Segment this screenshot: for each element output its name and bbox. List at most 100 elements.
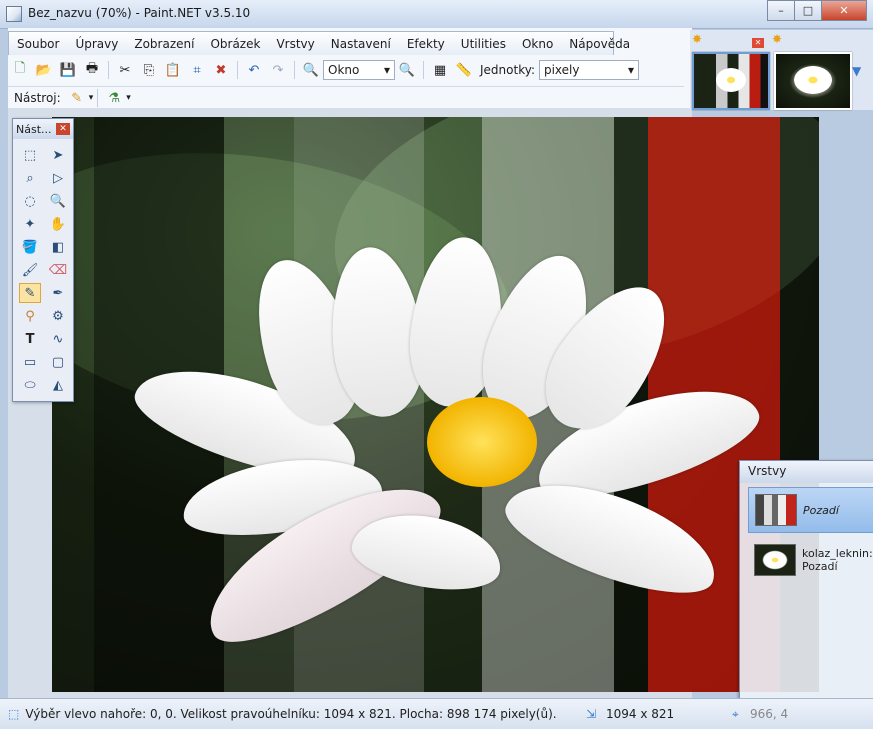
eraser-icon[interactable]: ⌫ xyxy=(47,260,69,280)
units-label: Jednotky: xyxy=(480,63,535,77)
chevron-down-icon: ▾ xyxy=(383,63,390,77)
move-selection-icon[interactable]: ▷ xyxy=(47,168,69,188)
layers-window: Vrstvy Pozadí kolaz_leknin: Pozadí ▭ ✖ ▢… xyxy=(739,460,873,727)
move-selected-icon[interactable]: ➤ xyxy=(47,145,69,165)
cursor-coords: 966, 4 xyxy=(750,707,789,721)
minimize-button[interactable]: – xyxy=(767,0,795,21)
separator xyxy=(294,61,295,79)
units-combo[interactable]: pixely ▾ xyxy=(538,60,639,80)
tools-window-titlebar[interactable]: Nást... ✕ xyxy=(13,119,73,139)
tools-grid: ⬚ ➤ ⌕ ▷ ◌ 🔍 ✦ ✋ 🪣 ◧ 🖌 ⌫ ✎ ✒ ⚲ ⚙ T ∿ ▭ ▢ … xyxy=(13,139,73,401)
ruler-icon[interactable]: 📏 xyxy=(454,60,474,80)
star-icon: ✸ xyxy=(772,32,783,46)
clone-stamp-icon[interactable]: ⚲ xyxy=(19,306,41,326)
close-icon[interactable]: ✕ xyxy=(752,38,764,48)
deselect-icon[interactable]: ✖ xyxy=(211,60,231,80)
gradient-icon[interactable]: ◧ xyxy=(47,237,69,257)
tools-window-title: Nást... xyxy=(16,122,52,136)
maximize-button[interactable]: □ xyxy=(794,0,822,21)
rounded-rectangle-icon[interactable]: ▢ xyxy=(47,352,69,372)
pan-icon[interactable]: ✋ xyxy=(47,214,69,234)
cut-icon[interactable]: ✂ xyxy=(115,60,135,80)
star-icon: ✸ xyxy=(692,32,703,46)
image-thumbnails: ✸ ✕ ✸ ▼ xyxy=(690,30,873,110)
menu-soubor[interactable]: Soubor xyxy=(9,37,67,51)
image-thumbnail[interactable] xyxy=(774,52,852,110)
rectangle-icon[interactable]: ▭ xyxy=(19,352,41,372)
redo-icon[interactable]: ↷ xyxy=(268,60,288,80)
rectangle-select-icon[interactable]: ⬚ xyxy=(19,145,41,165)
zoom-out-icon[interactable]: 🔍 xyxy=(301,60,321,80)
line-curve-icon[interactable]: ∿ xyxy=(47,329,69,349)
tool-label: Nástroj: xyxy=(14,91,61,105)
tool-toolbar: Nástroj: ✎ ▾ ⚗ ▾ xyxy=(8,86,684,109)
selection-size: 1094 x 821 xyxy=(606,707,675,721)
color-picker-icon[interactable]: ✒ xyxy=(47,283,69,303)
paste-icon[interactable]: 📋 xyxy=(163,60,183,80)
scroll-down-icon[interactable]: ▼ xyxy=(852,64,861,78)
window-controls: – □ ✕ xyxy=(767,0,867,21)
flower-center xyxy=(427,397,537,487)
zoom-value: Okno xyxy=(328,63,360,77)
freeform-shape-icon[interactable]: ◭ xyxy=(47,375,69,395)
undo-icon[interactable]: ↶ xyxy=(244,60,264,80)
zoom-icon[interactable]: 🔍 xyxy=(47,191,69,211)
new-file-icon[interactable]: 🗋 xyxy=(10,60,30,80)
menu-napoveda[interactable]: Nápověda xyxy=(561,37,638,51)
close-button[interactable]: ✕ xyxy=(821,0,867,21)
separator xyxy=(423,61,424,79)
chevron-down-icon[interactable]: ▾ xyxy=(89,93,94,103)
layer-name: kolaz_leknin: Pozadí xyxy=(802,547,873,573)
layers-window-title[interactable]: Vrstvy xyxy=(740,461,873,483)
status-bar: ⬚ Výběr vlevo nahoře: 0, 0. Velikost pra… xyxy=(0,698,873,729)
menu-nastaveni[interactable]: Nastavení xyxy=(323,37,399,51)
recolor-icon[interactable]: ⚙ xyxy=(47,306,69,326)
ellipse-select-icon[interactable]: ◌ xyxy=(19,191,41,211)
layer-item-kolaz-leknin[interactable]: kolaz_leknin: Pozadí xyxy=(748,537,873,583)
selection-icon: ⬚ xyxy=(8,707,20,721)
separator xyxy=(108,61,109,79)
zoom-in-icon[interactable]: 🔍 xyxy=(397,60,417,80)
thumbnail-flower xyxy=(794,66,832,94)
magic-wand-icon[interactable]: ✦ xyxy=(19,214,41,234)
lasso-select-icon[interactable]: ⌕ xyxy=(19,168,41,188)
menu-obrazek[interactable]: Obrázek xyxy=(202,37,268,51)
save-icon[interactable]: 💾 xyxy=(58,60,78,80)
menu-upravy[interactable]: Úpravy xyxy=(67,37,126,51)
layer-item-pozadi[interactable]: Pozadí xyxy=(748,487,873,533)
units-value: pixely xyxy=(543,63,580,77)
layer-thumbnail xyxy=(755,494,797,526)
print-icon[interactable]: 🖶 xyxy=(82,60,102,80)
water-lily xyxy=(125,232,769,666)
pencil-icon[interactable]: ✎ xyxy=(67,88,87,108)
menu-vrstvy[interactable]: Vrstvy xyxy=(268,37,322,51)
blend-mode-icon[interactable]: ⚗ xyxy=(104,88,124,108)
canvas-image[interactable] xyxy=(52,117,819,692)
thumbnail-flower xyxy=(716,68,746,92)
zoom-combo[interactable]: Okno ▾ xyxy=(323,60,395,80)
layer-name: Pozadí xyxy=(803,503,839,517)
chevron-down-icon[interactable]: ▾ xyxy=(126,93,131,103)
separator xyxy=(97,89,99,107)
menu-bar: Soubor Úpravy Zobrazení Obrázek Vrstvy N… xyxy=(8,31,630,55)
paint-bucket-icon[interactable]: 🪣 xyxy=(19,237,41,257)
copy-icon[interactable]: ⎘ xyxy=(139,60,159,80)
ellipse-icon[interactable]: ⬭ xyxy=(19,375,41,395)
image-thumbnail[interactable] xyxy=(692,52,770,110)
crop-icon[interactable]: ⌗ xyxy=(187,60,207,80)
open-file-icon[interactable]: 📂 xyxy=(34,60,54,80)
close-icon[interactable]: ✕ xyxy=(56,123,70,135)
grid-icon[interactable]: ▦ xyxy=(430,60,450,80)
main-toolbar: 🗋 📂 💾 🖶 ✂ ⎘ 📋 ⌗ ✖ ↶ ↷ 🔍 Okno ▾ 🔍 ▦ 📏 Jed… xyxy=(8,55,684,85)
title-bar: Bez_nazvu (70%) - Paint.NET v3.5.10 – □ … xyxy=(0,0,873,29)
paintbrush-icon[interactable]: 🖌 xyxy=(19,260,41,280)
menu-zobrazeni[interactable]: Zobrazení xyxy=(126,37,202,51)
menu-efekty[interactable]: Efekty xyxy=(399,37,453,51)
paint-net-app-icon xyxy=(6,6,22,22)
menu-utilities[interactable]: Utilities xyxy=(453,37,514,51)
window-title: Bez_nazvu (70%) - Paint.NET v3.5.10 xyxy=(28,6,251,20)
chevron-down-icon: ▾ xyxy=(627,63,634,77)
text-icon[interactable]: T xyxy=(19,329,41,349)
menu-okno[interactable]: Okno xyxy=(514,37,561,51)
pencil-icon[interactable]: ✎ xyxy=(19,283,41,303)
